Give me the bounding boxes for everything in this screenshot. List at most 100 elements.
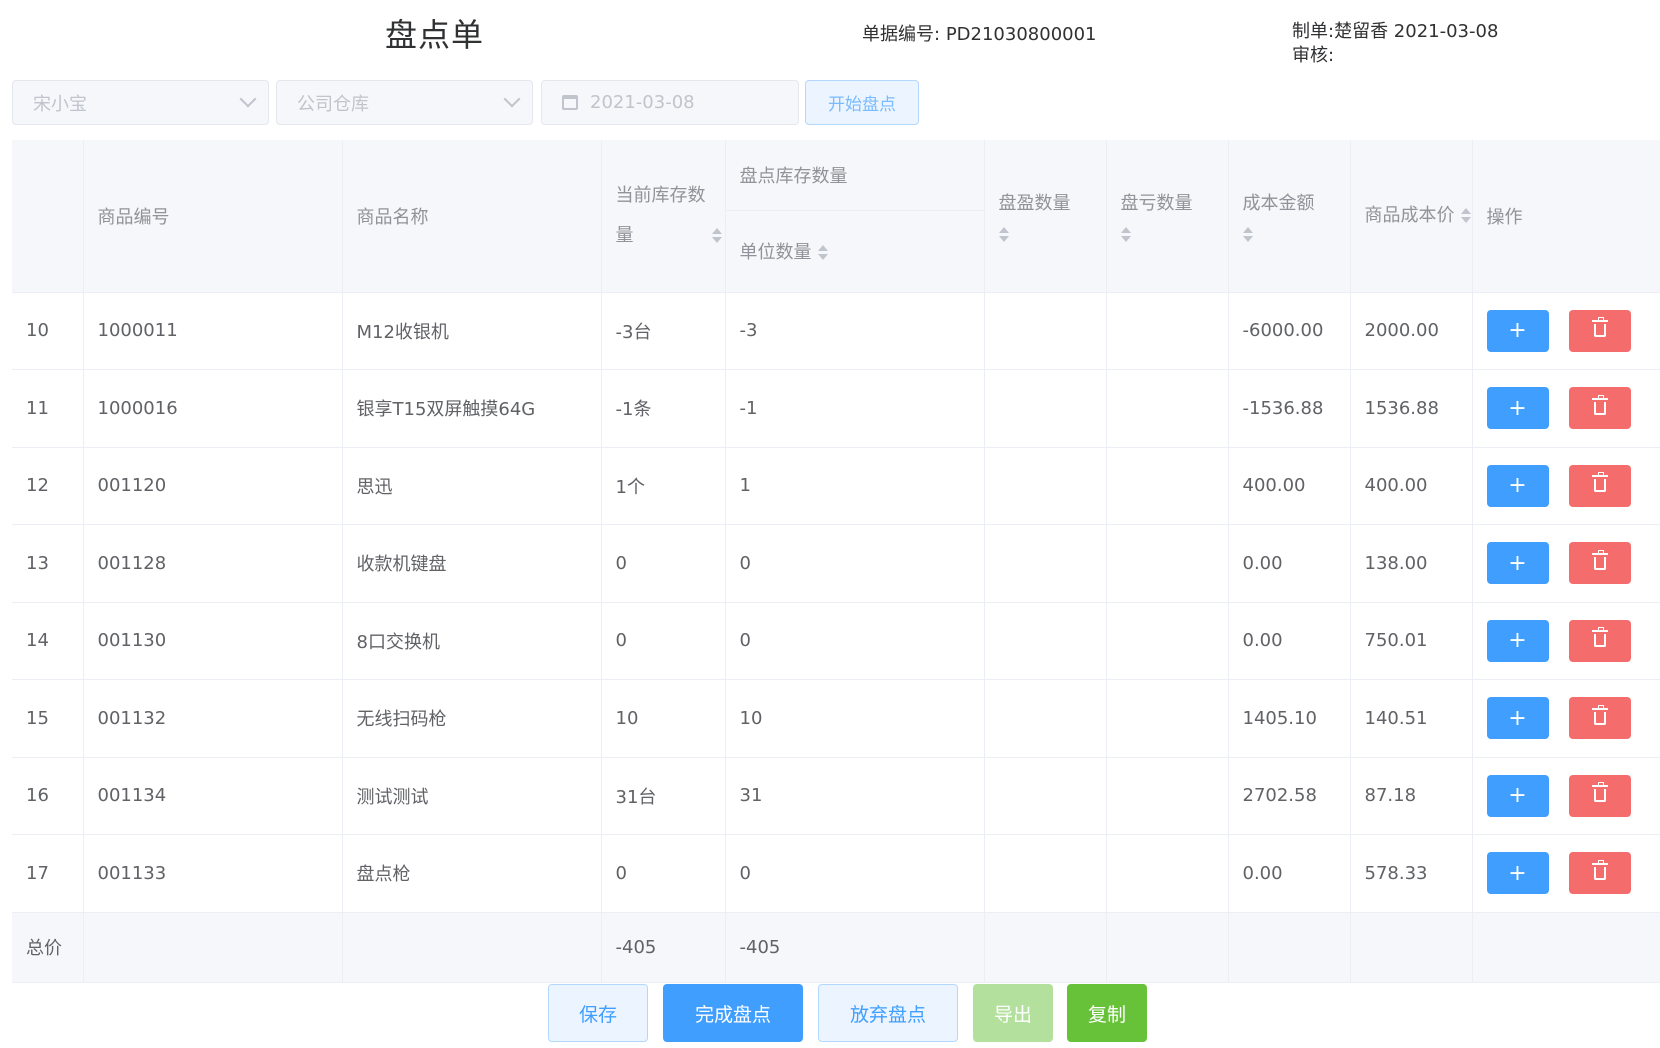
total-label: 总价 [12,912,84,983]
export-button[interactable]: 导出 [973,984,1053,1042]
trash-icon [1591,782,1608,803]
abandon-count-button[interactable]: 放弃盘点 [818,984,958,1042]
chevron-down-icon [503,90,521,108]
plus-icon: + [1508,860,1527,886]
plus-icon: + [1508,473,1527,499]
sort-icon[interactable] [1120,226,1131,243]
current-stock-cell: -1条 [601,369,726,448]
header-loss[interactable]: 盘亏数量 [1106,140,1229,293]
total-empty-cell [1350,912,1473,983]
sort-icon[interactable] [1242,226,1253,243]
delete-row-button[interactable] [1568,774,1631,817]
cost-amount-cell: 400.00 [1228,447,1351,525]
header-unit-qty-label: 单位数量 [739,242,812,263]
add-row-button[interactable]: + [1486,309,1549,352]
row-index-cell: 11 [12,369,84,448]
current-stock-cell: 0 [601,524,726,603]
surplus-cell [984,524,1107,603]
total-empty-cell [1228,912,1351,983]
loss-cell [1106,602,1229,680]
unit-cost-cell: 400.00 [1350,447,1473,525]
product-code-cell: 001134 [83,757,343,835]
delete-row-button[interactable] [1568,697,1631,740]
delete-row-button[interactable] [1568,387,1631,430]
copy-button[interactable]: 复制 [1067,984,1147,1042]
row-index-cell: 16 [12,757,84,835]
surplus-cell [984,602,1107,680]
add-row-button[interactable]: + [1486,774,1549,817]
delete-row-button[interactable] [1568,464,1631,507]
total-empty-cell [1472,912,1660,983]
product-name-cell: 思迅 [342,447,602,525]
unit-qty-cell: -3 [725,292,985,370]
maker-label: 制单: [1292,21,1335,42]
product-code-cell: 001133 [83,834,343,913]
sort-icon[interactable] [711,227,722,244]
unit-cost-cell: 87.18 [1350,757,1473,835]
product-name-cell: 银享T15双屏触摸64G [342,369,602,448]
current-stock-cell: 31台 [601,757,726,835]
plus-icon: + [1508,628,1527,654]
unit-cost-cell: 140.51 [1350,679,1473,758]
ops-cell: + [1472,679,1660,758]
table-body: 10 1000011 M12收银机 -3台 -3 -6000.00 2000.00 +11 10… [12,292,1660,983]
unit-cost-cell: 2000.00 [1350,292,1473,370]
unit-qty-cell: 0 [725,524,985,603]
header-unit-qty[interactable]: 单位数量 [725,210,985,293]
product-name-cell: 盘点枪 [342,834,602,913]
add-row-button[interactable]: + [1486,852,1549,895]
header-unit-cost-label: 商品成本价 [1364,204,1455,226]
sort-icon[interactable] [998,226,1009,243]
add-row-button[interactable]: + [1486,387,1549,430]
unit-cost-cell: 578.33 [1350,834,1473,913]
add-row-button[interactable]: + [1486,464,1549,507]
product-name-cell: 8口交换机 [342,602,602,680]
header-cost-amount[interactable]: 成本金额 [1228,140,1351,293]
product-name-cell: 测试测试 [342,757,602,835]
surplus-cell [984,369,1107,448]
cost-amount-cell: -1536.88 [1228,369,1351,448]
date-picker[interactable]: 2021-03-08 [541,80,799,125]
table-row: 11 1000016 银享T15双屏触摸64G -1条 -1 -1536.88 1536.8… [12,369,1660,448]
table-row: 17 001133 盘点枪 0 0 0.00 578.33 + [12,834,1660,913]
complete-count-button[interactable]: 完成盘点 [663,984,803,1042]
delete-row-button[interactable] [1568,309,1631,352]
header-current-stock[interactable]: 当前库存数量 [601,140,726,293]
total-empty-cell [342,912,602,983]
plus-icon: + [1508,318,1527,344]
plus-icon: + [1508,550,1527,576]
row-index-cell: 13 [12,524,84,603]
warehouse-select[interactable]: 公司仓库 [276,80,533,125]
plus-icon: + [1508,783,1527,809]
loss-cell [1106,834,1229,913]
header-surplus-label: 盘盈数量 [998,192,1071,214]
calendar-icon [562,95,578,110]
ops-cell: + [1472,292,1660,370]
delete-row-button[interactable] [1568,619,1631,662]
sort-icon[interactable] [1460,207,1471,224]
start-count-button[interactable]: 开始盘点 [805,80,919,125]
delete-row-button[interactable] [1568,542,1631,585]
product-code-cell: 001128 [83,524,343,603]
add-row-button[interactable]: + [1486,619,1549,662]
add-row-button[interactable]: + [1486,542,1549,585]
cost-amount-cell: -6000.00 [1228,292,1351,370]
add-row-button[interactable]: + [1486,697,1549,740]
ops-cell: + [1472,834,1660,913]
cost-amount-cell: 0.00 [1228,524,1351,603]
product-code-cell: 1000011 [83,292,343,370]
table-row: 13 001128 收款机键盘 0 0 0.00 138.00 + [12,524,1660,603]
header-surplus[interactable]: 盘盈数量 [984,140,1107,293]
loss-cell [1106,524,1229,603]
surplus-cell [984,679,1107,758]
person-select[interactable]: 宋小宝 [12,80,269,125]
save-button[interactable]: 保存 [548,984,648,1042]
delete-row-button[interactable] [1568,852,1631,895]
current-stock-cell: 1个 [601,447,726,525]
surplus-cell [984,834,1107,913]
header-code: 商品编号 [83,140,343,293]
header-unit-cost[interactable]: 商品成本价 [1350,140,1473,293]
unit-cost-cell: 138.00 [1350,524,1473,603]
product-name-cell: M12收银机 [342,292,602,370]
sort-icon[interactable] [817,245,828,261]
